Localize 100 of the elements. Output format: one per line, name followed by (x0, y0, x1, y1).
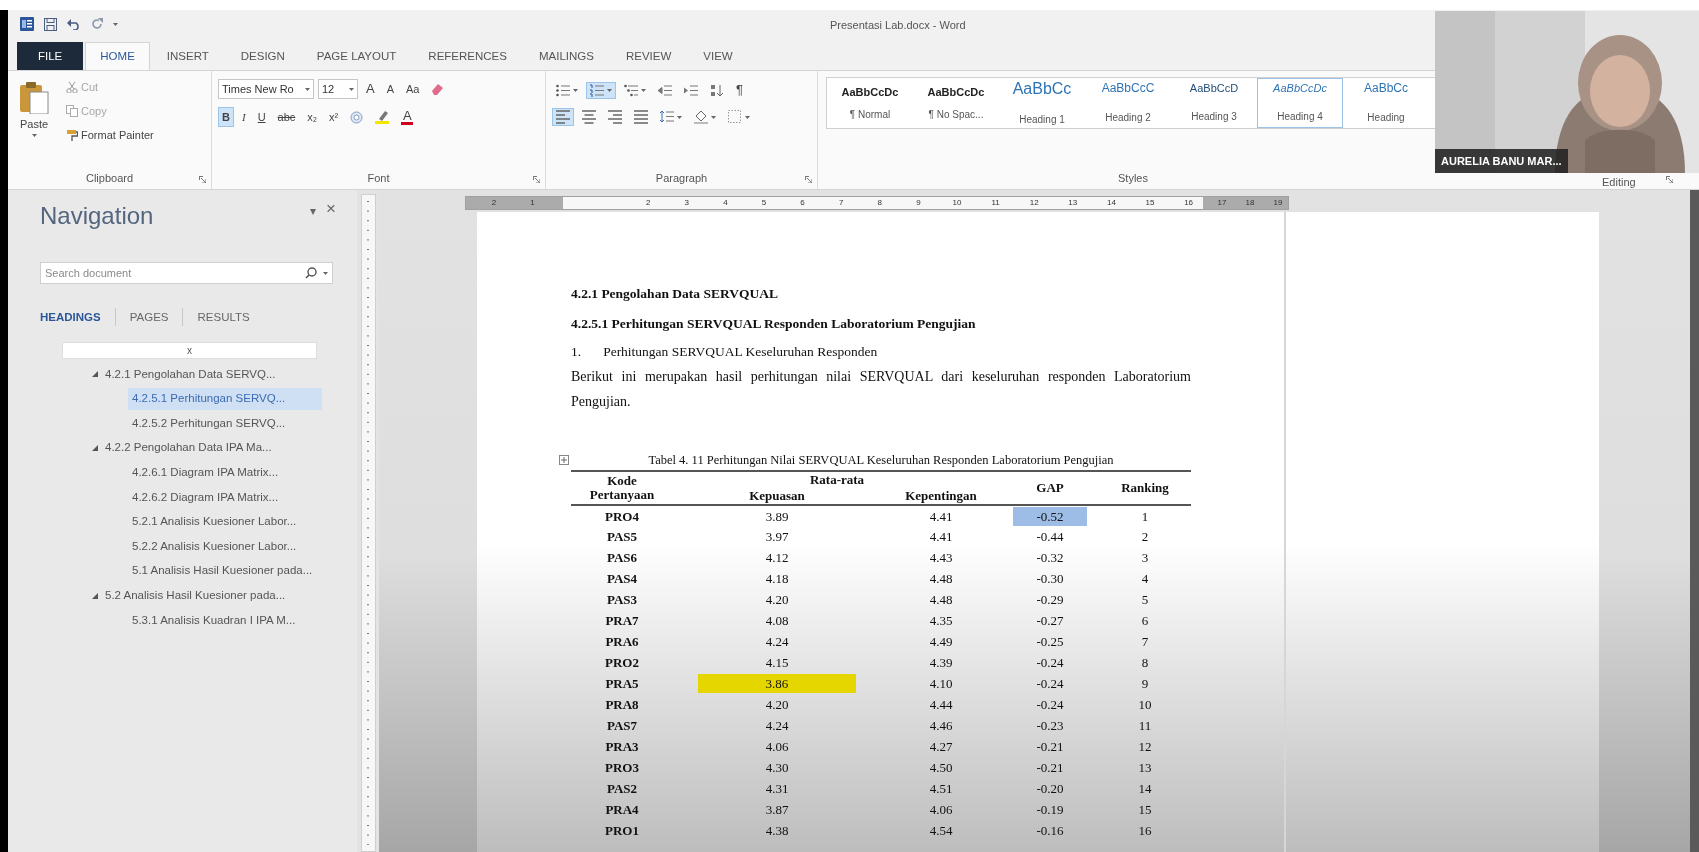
table-cell-text: -0.21 (1035, 759, 1065, 777)
table-cell-text: 13 (1137, 759, 1153, 777)
table-move-handle-icon[interactable] (559, 455, 569, 465)
font-name-field[interactable]: Times New Ro (218, 79, 314, 99)
table-cell-text: PRA4 (604, 801, 640, 819)
ribbon-tab[interactable]: PAGE LAYOUT (301, 42, 412, 70)
format-button[interactable]: I (237, 107, 250, 127)
heading-item[interactable]: 5.3.1 Analisis Kuadran I IPA M... (128, 609, 300, 631)
ruler-number: 9 (916, 197, 921, 209)
caret-icon (711, 115, 716, 119)
line-spacing-icon (660, 110, 674, 124)
search-icon[interactable] (305, 267, 317, 279)
clipboard-button[interactable]: Format Painter (62, 125, 158, 145)
ribbon-tab[interactable]: INSERT (151, 42, 224, 70)
expanded-triangle-icon[interactable] (92, 445, 98, 452)
table-cell-text: 10 (1137, 696, 1153, 714)
ruler-number: 8 (877, 197, 882, 209)
show-marks-button[interactable]: ¶ (732, 80, 747, 100)
dialog-launcher-icon[interactable] (199, 176, 206, 183)
dialog-launcher-icon[interactable] (805, 176, 812, 183)
heading-item[interactable]: 4.2.5.1 Perhitungan SERVQ... (128, 388, 322, 410)
ruler-number: 5 (761, 197, 767, 209)
heading-item[interactable]: 5.2 Analisis Hasil Kuesioner pada... (101, 585, 290, 607)
heading-item[interactable]: 4.2.6.2 Diagram IPA Matrix... (128, 486, 283, 508)
table-cell-text: 4.31 (764, 780, 790, 798)
style-option[interactable]: AaBbCc Heading (1343, 78, 1429, 128)
table-cell-text: -0.30 (1035, 570, 1065, 588)
table-cell-text: PAS7 (605, 717, 639, 735)
table-cell: -0.52 (1012, 506, 1088, 526)
ribbon-tab[interactable]: MAILINGS (523, 42, 609, 70)
scroll-item[interactable]: x (62, 342, 317, 359)
save-icon (44, 17, 57, 31)
redo-icon (91, 18, 103, 30)
pane-menu-button[interactable]: ▾ (310, 202, 316, 220)
font-size-button[interactable]: A (382, 79, 398, 99)
align-left-icon (556, 110, 570, 124)
heading-item[interactable]: 4.2.1 Pengolahan Data SERVQ... (101, 363, 280, 385)
pane-tab[interactable]: RESULTS (183, 308, 264, 326)
ribbon-tab[interactable]: HOME (85, 42, 150, 70)
ribbon-tab[interactable]: FILE (17, 42, 84, 70)
font-size-field[interactable]: 12 (318, 79, 358, 99)
style-option[interactable]: AaBbCcDc ¶ Normal (827, 78, 913, 128)
style-option[interactable]: AaBbCc Heading 1 (999, 78, 1085, 128)
format-button[interactable]: B (218, 107, 234, 127)
align-button[interactable] (552, 108, 574, 126)
caret-icon (677, 115, 682, 119)
scissors-icon (66, 81, 78, 93)
ribbon-tab[interactable]: REFERENCES (413, 42, 522, 70)
format-button[interactable]: x² (325, 107, 343, 127)
pane-tab[interactable]: HEADINGS (40, 308, 116, 326)
table-cell-text: PAS6 (605, 549, 639, 567)
style-option[interactable]: AaBbCcDc Heading 4 (1257, 78, 1343, 128)
table-cell-text: 7 (1140, 633, 1150, 651)
expanded-triangle-icon[interactable] (92, 592, 98, 599)
expanded-triangle-icon[interactable] (92, 371, 98, 378)
style-option[interactable]: AaBbCcDc ¶ No Spac... (913, 78, 999, 128)
heading-item[interactable]: 4.2.2 Pengolahan Data IPA Ma... (101, 437, 276, 459)
table-cell-text: 4.43 (928, 549, 954, 567)
font-color-button[interactable]: A (397, 107, 418, 127)
ruler-number: 7 (838, 197, 844, 209)
table-cell-text: 3 (1140, 549, 1150, 567)
ribbon-tab[interactable]: DESIGN (225, 42, 300, 70)
table-cell-text: 2 (1140, 528, 1150, 546)
heading-item[interactable]: 5.2.2 Analisis Kuesioner Labor... (128, 535, 301, 558)
list-button[interactable] (586, 81, 616, 99)
heading-item[interactable]: 5.1 Analisis Hasil Kuesioner pada... (128, 560, 317, 582)
table-cell-text: -0.16 (1035, 822, 1065, 840)
ribbon-tab[interactable]: REVIEW (610, 42, 687, 70)
heading-item[interactable]: 4.2.5.2 Perhitungan SERVQ... (128, 412, 290, 435)
caret-icon (641, 88, 646, 92)
section-heading: 4.2.5.1 Perhitungan SERVQUAL Responden Laboratorium Pengujian (571, 315, 977, 333)
ribbon-tab[interactable]: VIEW (688, 42, 748, 70)
heading-item[interactable]: 4.2.6.1 Diagram IPA Matrix... (128, 462, 283, 484)
paste-button[interactable]: Paste (14, 77, 54, 145)
table-cell-text: 4.06 (928, 801, 954, 819)
paste-icon (19, 80, 49, 114)
decrease-indent-icon (658, 83, 672, 97)
list-item-text: Perhitungan SERVQUAL Keseluruhan Responden (603, 343, 878, 361)
table-cell-text: 4.06 (764, 738, 790, 756)
format-button[interactable]: U (253, 107, 270, 127)
table-caption: Tabel 4. 11 Perhitungan Nilai SERVQUAL Keseluruhan Responden Laboratorium Pengujian (648, 453, 1114, 467)
search-field[interactable]: Search document (40, 262, 333, 284)
dialog-launcher-icon[interactable] (1666, 176, 1673, 183)
editing-label[interactable]: Editing (1602, 174, 1636, 191)
align-center-icon (582, 110, 596, 124)
table-cell-text: 16 (1137, 822, 1153, 840)
close-button[interactable]: × (326, 198, 336, 220)
style-option[interactable]: AaBbCcD Heading 3 (1171, 78, 1257, 128)
format-button[interactable]: x₂ (303, 107, 322, 127)
table-cell-text: 3.89 (764, 507, 790, 526)
table-cell-text: -0.32 (1035, 549, 1065, 567)
font-size-button[interactable]: Aa (402, 79, 424, 99)
ruler-number: 11 (991, 197, 1000, 209)
heading-item[interactable]: 5.2.1 Analisis Kuesioner Labor... (128, 511, 301, 533)
pane-tab[interactable]: PAGES (115, 308, 184, 326)
format-button[interactable]: abc (273, 107, 300, 127)
dialog-launcher-icon[interactable] (533, 176, 540, 183)
participant-name: AURELIA BANU MAR... (1435, 148, 1568, 173)
style-option[interactable]: AaBbCcC Heading 2 (1085, 78, 1171, 128)
font-size-button[interactable]: A (362, 79, 379, 99)
